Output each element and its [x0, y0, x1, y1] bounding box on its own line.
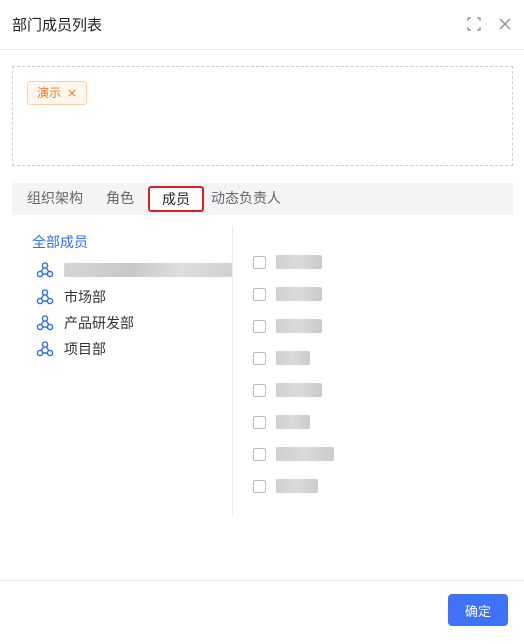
member-checkbox[interactable] [253, 287, 266, 301]
department-label: 项目部 [64, 342, 106, 358]
member-row[interactable] [253, 380, 322, 400]
member-checkbox[interactable] [253, 447, 266, 461]
member-name-redacted [276, 479, 318, 493]
member-checkbox[interactable] [253, 351, 266, 365]
organization-icon [36, 315, 54, 331]
organization-icon [36, 262, 54, 278]
tab-organization[interactable]: 组织架构 [27, 183, 83, 215]
confirm-button[interactable]: 确定 [448, 594, 508, 626]
maximize-icon[interactable] [466, 16, 482, 32]
member-name-redacted [276, 447, 334, 461]
selected-members-area: 演示 × [12, 66, 513, 166]
organization-icon [36, 289, 54, 305]
dialog-header: 部门成员列表 [0, 0, 524, 50]
member-row[interactable] [253, 252, 322, 272]
member-name-redacted [276, 255, 322, 269]
selected-tag-label: 演示 [37, 86, 62, 100]
dialog-title: 部门成员列表 [12, 16, 103, 34]
panel-divider [232, 226, 233, 516]
selected-tag: 演示 × [27, 81, 88, 105]
department-members-dialog: 部门成员列表 演示 × 组织架构 角色 成员 动态负责人 全部成员 市场部 产品… [0, 0, 524, 644]
member-checkbox[interactable] [253, 415, 266, 429]
member-name-redacted [276, 319, 322, 333]
tab-roles[interactable]: 角色 [106, 183, 134, 215]
remove-tag-icon[interactable]: × [67, 87, 77, 99]
all-members-link[interactable]: 全部成员 [32, 232, 88, 252]
tab-dynamic-owner[interactable]: 动态负责人 [211, 183, 281, 215]
member-name-redacted [276, 351, 310, 365]
member-name-redacted [276, 287, 322, 301]
close-icon[interactable] [497, 16, 513, 32]
selector-tabs: 组织架构 角色 成员 动态负责人 [12, 183, 513, 215]
member-row[interactable] [253, 412, 310, 432]
department-item[interactable] [36, 260, 232, 280]
department-item[interactable]: 市场部 [36, 287, 106, 307]
department-item[interactable]: 项目部 [36, 339, 106, 359]
dialog-footer: 确定 [0, 580, 524, 644]
member-row[interactable] [253, 444, 334, 464]
department-item[interactable]: 产品研发部 [36, 313, 134, 333]
member-row[interactable] [253, 284, 322, 304]
member-checkbox[interactable] [253, 479, 266, 493]
member-row[interactable] [253, 348, 310, 368]
department-tree: 全部成员 市场部 产品研发部 项目部 [20, 226, 232, 516]
organization-icon [36, 341, 54, 357]
member-name-redacted [276, 415, 310, 429]
member-name-redacted [276, 383, 322, 397]
member-checkbox[interactable] [253, 319, 266, 333]
member-row[interactable] [253, 476, 318, 496]
department-label: 市场部 [64, 290, 106, 306]
member-checkbox[interactable] [253, 255, 266, 269]
member-checkbox[interactable] [253, 383, 266, 397]
department-label: 产品研发部 [64, 316, 134, 332]
tab-members[interactable]: 成员 [148, 186, 204, 212]
department-name-redacted [64, 263, 232, 277]
member-row[interactable] [253, 316, 322, 336]
